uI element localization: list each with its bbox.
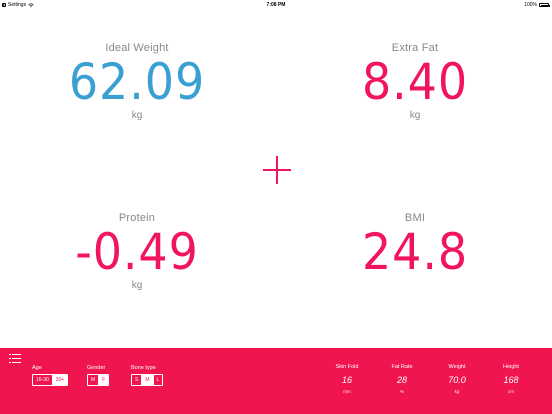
bone-option-s[interactable]: S [132, 375, 141, 385]
bone-option-m[interactable]: M [141, 375, 153, 385]
fat-rate-label: Fat Rate [391, 364, 413, 370]
age-label: Age [32, 365, 42, 371]
status-bar: ◂ Settings 7:08 PM 100% [0, 0, 552, 9]
height-stat[interactable]: Height 168 cm [489, 364, 533, 394]
height-label: Height [503, 364, 519, 370]
skin-fold-value: 16 [341, 375, 352, 385]
fat-rate-stat[interactable]: Fat Rate 28 % [380, 364, 424, 394]
bone-type-group: Bone type S M L [131, 365, 164, 386]
protein-value: -0.49 [75, 223, 199, 281]
skin-fold-stat[interactable]: Skin Fold 16 mm [325, 364, 369, 394]
ideal-weight-card: Ideal Weight 62.09 kg [37, 42, 237, 121]
bone-type-label: Bone type [131, 365, 156, 371]
skin-fold-unit: mm [343, 389, 351, 394]
fat-rate-unit: % [399, 389, 404, 394]
list-menu-icon[interactable] [9, 354, 21, 364]
fat-rate-value: 28 [396, 375, 407, 385]
age-group: Age 16-30 30+ [32, 365, 69, 386]
bmi-card: BMI 24.8 [315, 212, 515, 278]
height-value: 168 [503, 375, 519, 385]
weight-value: 70.0 [448, 375, 466, 385]
gender-option-f[interactable]: F [98, 375, 109, 385]
gender-group: Gender M F [87, 365, 110, 386]
gender-option-m[interactable]: M [88, 375, 98, 385]
ideal-weight-value: 62.09 [68, 53, 206, 111]
bmi-value: 24.8 [361, 223, 469, 281]
extra-fat-card: Extra Fat 8.40 kg [315, 42, 515, 121]
height-unit: cm [508, 389, 514, 394]
weight-unit: kg [454, 389, 460, 394]
clock: 7:08 PM [266, 2, 286, 8]
bone-option-l[interactable]: L [152, 375, 163, 385]
extra-fat-value: 8.40 [361, 53, 469, 111]
add-button[interactable] [263, 156, 291, 184]
age-option-30-plus[interactable]: 30+ [51, 375, 68, 385]
settings-panel: Age 16-30 30+ Gender M F Bone type S M L… [0, 348, 552, 414]
battery-icon [539, 3, 550, 7]
extra-fat-unit: kg [409, 110, 421, 121]
age-selector: 16-30 30+ [32, 374, 69, 386]
battery-percent: 100% [524, 2, 537, 8]
weight-label: Weight [448, 364, 466, 370]
bone-type-selector: S M L [131, 374, 164, 386]
gender-label: Gender [87, 365, 106, 371]
ideal-weight-unit: kg [131, 110, 143, 121]
protein-card: Protein -0.49 kg [37, 212, 237, 291]
weight-stat[interactable]: Weight 70.0 kg [435, 364, 479, 394]
gender-selector: M F [87, 374, 110, 386]
age-option-16-30[interactable]: 16-30 [33, 375, 52, 385]
skin-fold-label: Skin Fold [335, 364, 359, 370]
battery-status: 100% [524, 2, 550, 8]
protein-unit: kg [131, 280, 143, 291]
